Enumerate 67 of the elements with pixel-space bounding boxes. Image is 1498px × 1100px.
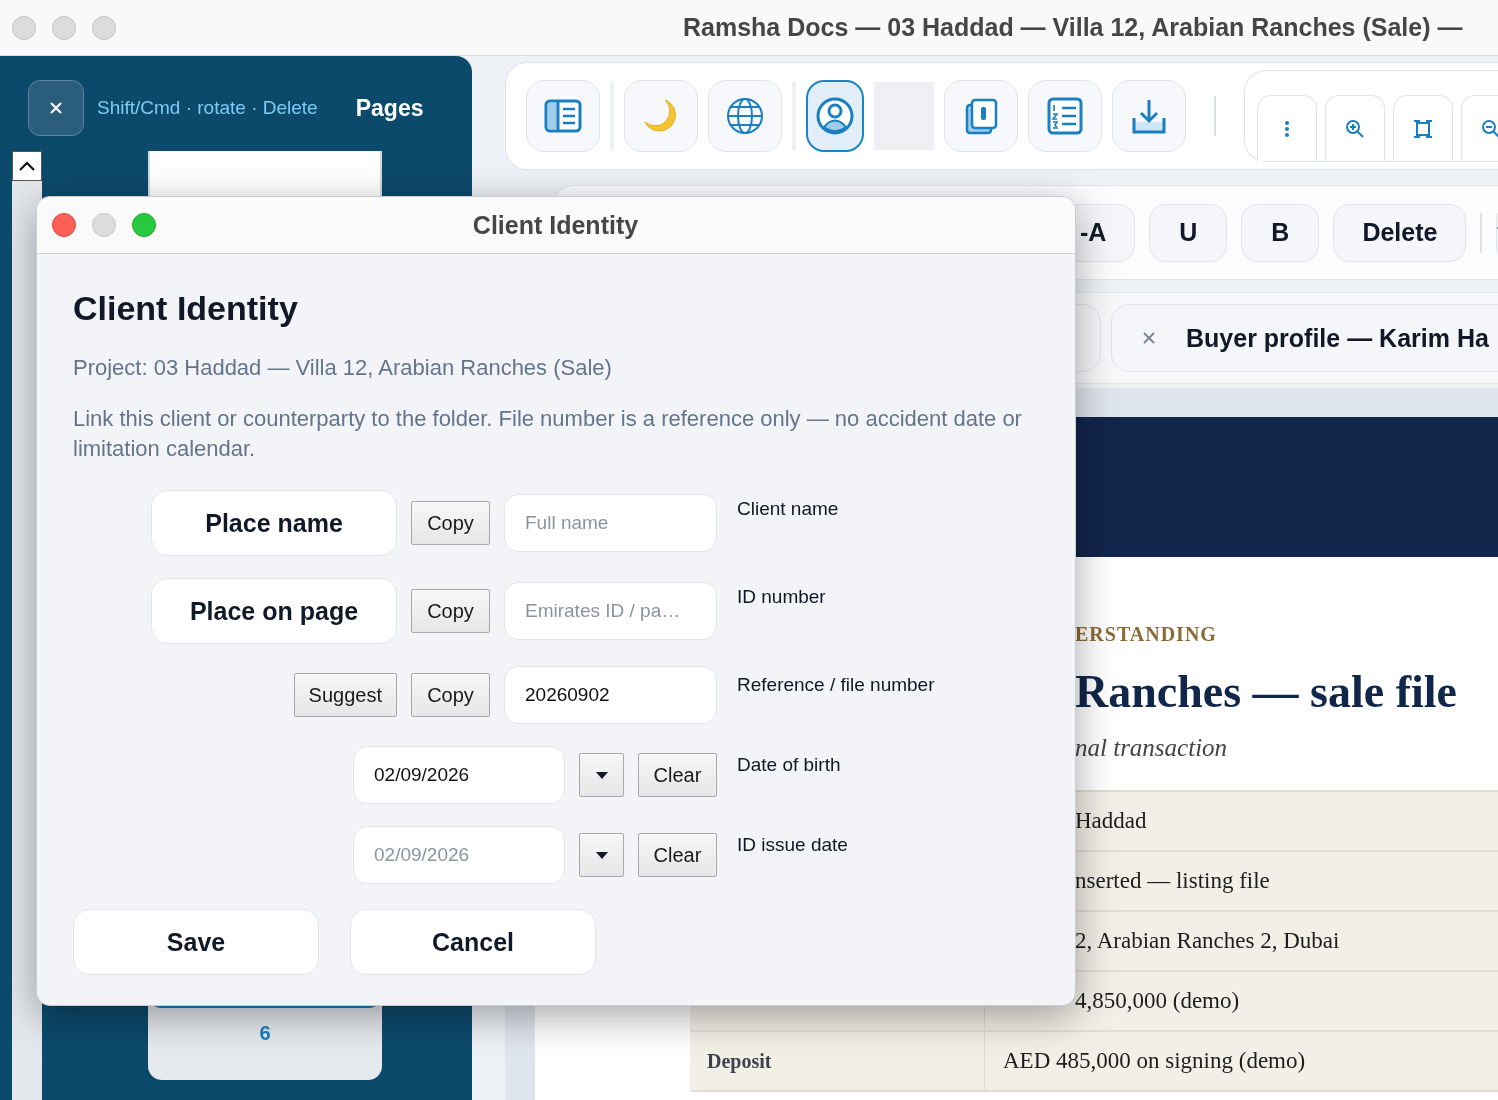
save-button[interactable]: Save [73,909,319,975]
panel-title: Pages [355,94,424,122]
tab[interactable]: Buyer profile — Karim Ha [1111,304,1498,372]
list-button[interactable] [1028,80,1102,152]
copy-button[interactable]: Copy [411,673,490,717]
table-cell: AED 485,000 on signing (demo) [1003,1048,1306,1074]
dialog-heading: Client Identity [73,288,299,328]
field-label: ID number [737,585,827,608]
copy-button[interactable]: Copy [411,501,490,545]
more-icon [1285,120,1289,137]
description: Link this client or counterparty to the folder. File number is a reference only — no accident date or limitation calendar. [73,405,1023,463]
table-cell: Deposit [707,1049,772,1073]
format-button[interactable]: Delete [1333,203,1467,262]
format-button[interactable]: B [1241,203,1320,262]
zoom-button[interactable] [132,213,156,237]
table-cell: 4,850,000 (demo) [1075,988,1240,1014]
dialog-title: Client Identity [472,210,639,240]
zoom-in-icon [1345,118,1365,139]
close-icon[interactable] [1142,331,1156,345]
field-label: Reference / file number [737,673,936,696]
suggest-button[interactable]: Suggest [293,673,397,717]
project-line: Project: 03 Haddad — Villa 12, Arabian Ranches (Sale) [73,354,613,382]
download-button[interactable] [1112,80,1186,152]
window-title: Ramsha Docs — 03 Haddad — Villa 12, Arabian Ranches (Sale) — [683,13,1463,42]
text-field[interactable]: 20260902 [504,666,717,724]
globe-button[interactable] [708,80,782,152]
cancel-button[interactable]: Cancel [350,909,596,975]
field-label: Date of birth [737,753,842,776]
field-label: ID issue date [737,833,849,856]
zoom-in-button[interactable] [1325,95,1385,161]
place-button[interactable]: Place name [151,490,397,556]
zoom-out-icon [1481,118,1498,139]
table-cell: nserted — listing file [1075,868,1270,894]
dropdown-button[interactable] [579,833,624,877]
document-eyebrow: ERSTANDING [1075,622,1218,646]
page-number: 6 [259,1022,271,1045]
caret-icon [595,771,608,779]
numbered-list-icon [1045,96,1085,136]
pages-button[interactable] [944,80,1018,152]
table-cell: 2, Arabian Ranches 2, Dubai [1075,928,1340,954]
user-icon [815,96,855,136]
frame-button[interactable] [1393,95,1453,161]
sidebar-button[interactable] [526,80,600,152]
place-button[interactable]: Place on page [151,578,397,644]
scroll-up-button[interactable] [12,151,42,181]
text-field[interactable]: Emirates ID / pa… [504,582,717,640]
user-button[interactable] [806,80,864,152]
format-button[interactable]: U [1149,203,1228,262]
field-label: Client name [737,497,840,520]
date-field[interactable]: 02/09/2026 [353,826,565,884]
chevron-up-icon [18,160,36,172]
close-button[interactable] [28,80,84,136]
document-title: Ranches — sale file [1075,665,1458,719]
globe-icon [725,96,765,136]
copy-button[interactable]: Copy [411,589,490,633]
text-field[interactable]: Full name [504,494,717,552]
document-subtitle: nal transaction [1075,733,1229,763]
frame-icon [1413,118,1433,139]
close-icon [50,102,62,114]
close-button[interactable] [52,213,76,237]
caret-icon [595,851,608,859]
table-cell: Haddad [1075,808,1147,834]
clear-button[interactable]: Clear [638,833,717,877]
shortcut-hint: Shift/Cmd · rotate · Delete [97,97,318,119]
clear-button[interactable]: Clear [638,753,717,797]
date-field[interactable]: 02/09/2026 [353,746,565,804]
dropdown-button[interactable] [579,753,624,797]
